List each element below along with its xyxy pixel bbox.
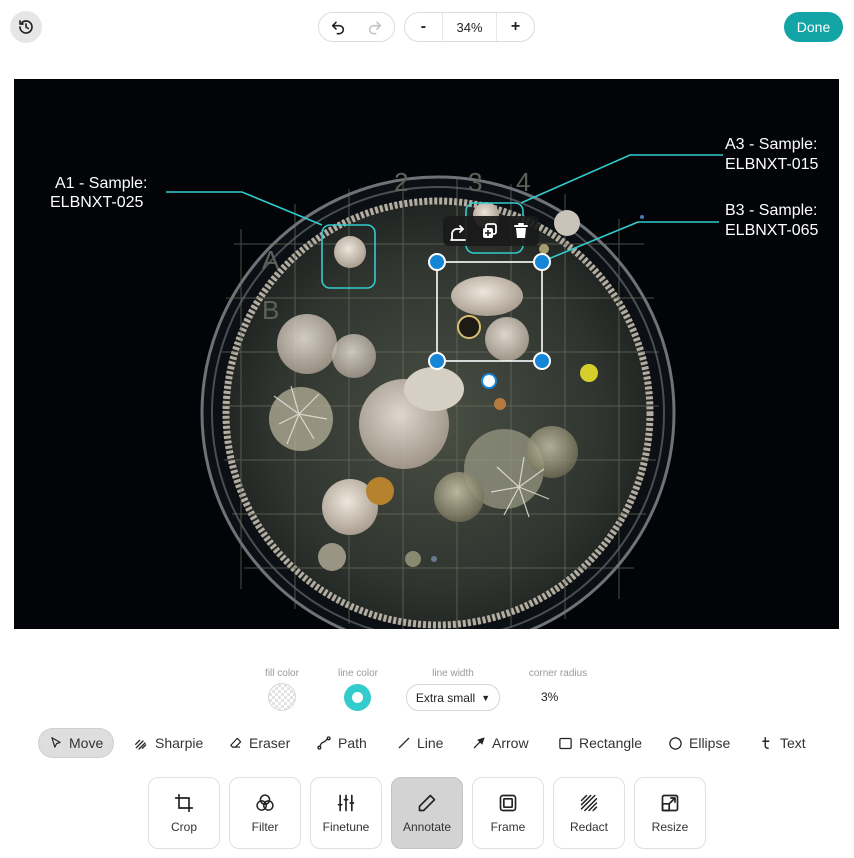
- line-color-indicator: [352, 692, 363, 703]
- tool-ellipse[interactable]: Ellipse: [658, 728, 740, 758]
- tool-eraser[interactable]: Eraser: [219, 728, 300, 758]
- annotation-a1-line1[interactable]: A1 - Sample:: [55, 175, 147, 192]
- module-finetune[interactable]: Finetune: [310, 777, 382, 849]
- redo-button[interactable]: [357, 13, 395, 41]
- resize-handle-top-left[interactable]: [428, 253, 446, 271]
- tool-sharpie[interactable]: Sharpie: [123, 728, 213, 758]
- grid-label-a: A: [262, 245, 280, 275]
- history-button[interactable]: [10, 11, 42, 43]
- image-canvas[interactable]: 2 3 4 A B A1 - Sample: ELBNXT-025 A3 - S…: [14, 79, 839, 629]
- line-width-label: line width: [432, 668, 474, 679]
- annotation-b3-line1[interactable]: B3 - Sample:: [725, 202, 817, 219]
- line-icon: [397, 736, 411, 750]
- tool-path[interactable]: Path: [306, 728, 377, 758]
- zoom-level: 34%: [441, 13, 498, 41]
- undo-redo-group: [318, 12, 395, 42]
- frame-icon: [498, 792, 518, 814]
- crop-icon: [174, 792, 194, 814]
- tool-rectangle-label: Rectangle: [579, 735, 643, 751]
- line-width-select[interactable]: Extra small ▼: [406, 684, 500, 711]
- module-frame-label: Frame: [490, 820, 526, 834]
- tool-ellipse-label: Ellipse: [689, 735, 731, 751]
- filter-icon: [255, 792, 275, 814]
- arrow-icon: [472, 736, 486, 750]
- pencil-icon: [417, 792, 437, 814]
- history-icon: [17, 18, 35, 36]
- line-width-value: Extra small: [415, 690, 476, 705]
- eraser-icon: [229, 736, 243, 750]
- tool-text-label: Text: [780, 735, 806, 751]
- redo-icon: [367, 19, 383, 35]
- tool-sharpie-label: Sharpie: [155, 735, 204, 751]
- chevron-down-icon: ▼: [481, 692, 491, 703]
- finetune-icon: [336, 792, 356, 814]
- line-color-swatch[interactable]: [344, 684, 371, 711]
- annotation-a3-line1[interactable]: A3 - Sample:: [725, 136, 817, 153]
- grid-label-b: B: [262, 295, 279, 325]
- module-filter-label: Filter: [251, 820, 279, 834]
- resize-handle-bottom-left[interactable]: [428, 352, 446, 370]
- module-annotate-label: Annotate: [402, 820, 452, 834]
- tool-move-label: Move: [69, 735, 104, 751]
- resize-icon: [660, 792, 680, 814]
- tool-line[interactable]: Line: [387, 728, 453, 758]
- annotation-a3-line2[interactable]: ELBNXT-015: [725, 156, 818, 173]
- tool-text[interactable]: Text: [750, 728, 816, 758]
- tool-eraser-label: Eraser: [249, 735, 291, 751]
- corner-radius-label: corner radius: [528, 668, 588, 679]
- undo-button[interactable]: [319, 13, 357, 41]
- module-crop-label: Crop: [170, 820, 197, 834]
- tool-move[interactable]: Move: [38, 728, 115, 758]
- tool-arrow-label: Arrow: [492, 735, 529, 751]
- sharpie-icon: [133, 735, 149, 751]
- module-resize[interactable]: Resize: [634, 777, 706, 849]
- resize-handle-bottom-right[interactable]: [533, 352, 551, 370]
- module-finetune-label: Finetune: [322, 820, 370, 834]
- module-filter[interactable]: Filter: [229, 777, 301, 849]
- module-redact[interactable]: Redact: [553, 777, 625, 849]
- zoom-in-button[interactable]: +: [497, 13, 534, 41]
- annotation-a1-line2[interactable]: ELBNXT-025: [50, 194, 143, 211]
- tool-line-label: Line: [417, 735, 444, 751]
- annotation-b3-line2[interactable]: ELBNXT-065: [725, 222, 818, 239]
- grid-label-3: 3: [468, 167, 482, 197]
- redact-icon: [579, 792, 599, 814]
- rotate-handle[interactable]: [481, 373, 497, 389]
- done-button[interactable]: Done: [784, 12, 843, 42]
- cursor-icon: [49, 736, 63, 750]
- zoom-out-button[interactable]: -: [405, 13, 442, 41]
- grid-label-4: 4: [516, 167, 530, 197]
- tool-path-label: Path: [338, 735, 367, 751]
- module-frame[interactable]: Frame: [472, 777, 544, 849]
- annotation-line-a3[interactable]: [520, 154, 723, 204]
- grid-label-2: 2: [394, 167, 408, 197]
- fill-color-swatch[interactable]: [268, 683, 296, 711]
- module-annotate[interactable]: Annotate: [391, 777, 463, 849]
- annotation-line-a1[interactable]: [166, 191, 323, 226]
- tool-rectangle[interactable]: Rectangle: [548, 728, 652, 758]
- undo-icon: [330, 19, 346, 35]
- corner-radius-value[interactable]: 3%: [541, 690, 558, 704]
- rectangle-icon: [558, 736, 573, 751]
- path-icon: [316, 735, 332, 751]
- module-resize-label: Resize: [651, 820, 689, 834]
- petri-dish-image: 2 3 4 A B A1 - Sample: ELBNXT-025 A3 - S…: [50, 136, 818, 629]
- zoom-group: - 34% +: [404, 12, 535, 42]
- line-color-label: line color: [337, 668, 379, 679]
- module-crop[interactable]: Crop: [148, 777, 220, 849]
- tool-arrow[interactable]: Arrow: [462, 728, 539, 758]
- resize-handle-top-right[interactable]: [533, 253, 551, 271]
- shape-action-bar: [443, 216, 539, 246]
- fill-color-label: fill color: [265, 668, 299, 679]
- module-redact-label: Redact: [569, 820, 609, 834]
- text-icon: [760, 735, 774, 751]
- ellipse-icon: [668, 736, 683, 751]
